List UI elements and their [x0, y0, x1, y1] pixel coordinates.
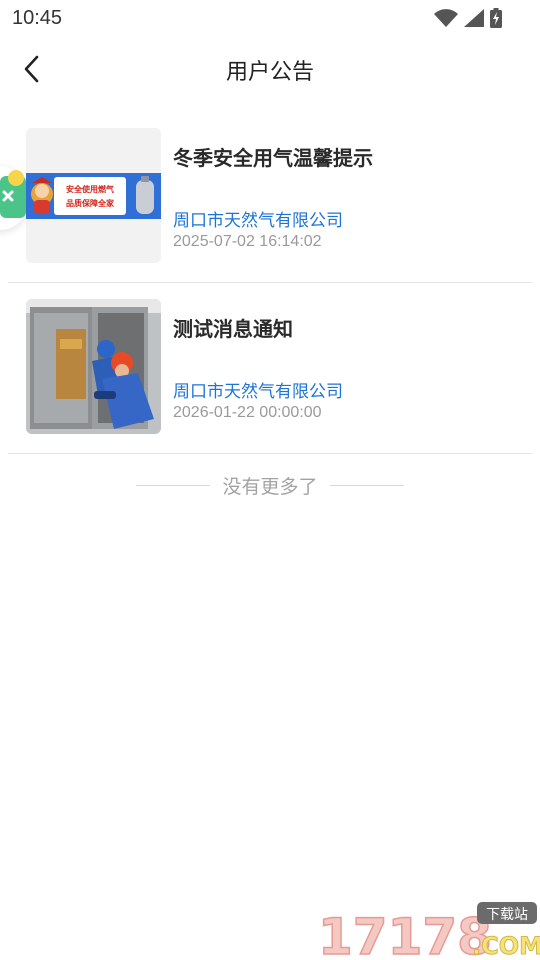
- announcement-item[interactable]: 测试消息通知 周口市天然气有限公司 2026-01-22 00:00:00: [8, 283, 532, 454]
- status-time: 10:45: [12, 7, 63, 29]
- announcement-title: 冬季安全用气温馨提示: [173, 146, 373, 170]
- signal-icon: [464, 9, 484, 31]
- announcement-company: 周口市天然气有限公司: [173, 382, 343, 402]
- thumbnail-line1: 安全使用燃气: [66, 184, 114, 194]
- watermark-brand: 17178: [318, 908, 492, 960]
- divider-left: [136, 484, 211, 486]
- no-more-indicator: 没有更多了: [0, 472, 540, 498]
- page-title: 用户公告: [225, 60, 314, 85]
- header-bar: 用户公告: [0, 40, 540, 98]
- status-bar: 10:45: [0, 0, 540, 36]
- status-icons: [434, 8, 502, 32]
- announcement-item[interactable]: 安全使用燃气 品质保障全家 冬季安全用气温馨提示 周口市天然气有限公司 2025…: [8, 112, 532, 283]
- no-more-text: 没有更多了: [222, 475, 318, 498]
- announcement-time: 2025-07-02 16:14:02: [173, 233, 322, 250]
- divider-right: [329, 484, 404, 486]
- watermark-tag: 下载站: [486, 907, 528, 923]
- watermark-domain: .COM: [472, 932, 540, 960]
- wifi-icon: [434, 9, 458, 31]
- announcement-title: 测试消息通知: [173, 317, 293, 341]
- battery-charging-icon: [490, 8, 502, 32]
- announcement-thumbnail: 安全使用燃气 品质保障全家: [26, 128, 161, 263]
- announcement-thumbnail: [26, 299, 161, 434]
- watermark-logo: 17178 下载站 .COM: [314, 898, 540, 960]
- thumbnail-line2: 品质保障全家: [66, 198, 115, 208]
- announcement-time: 2026-01-22 00:00:00: [173, 404, 322, 421]
- announcement-list: 安全使用燃气 品质保障全家 冬季安全用气温馨提示 周口市天然气有限公司 2025…: [8, 112, 532, 454]
- announcement-company: 周口市天然气有限公司: [173, 211, 343, 231]
